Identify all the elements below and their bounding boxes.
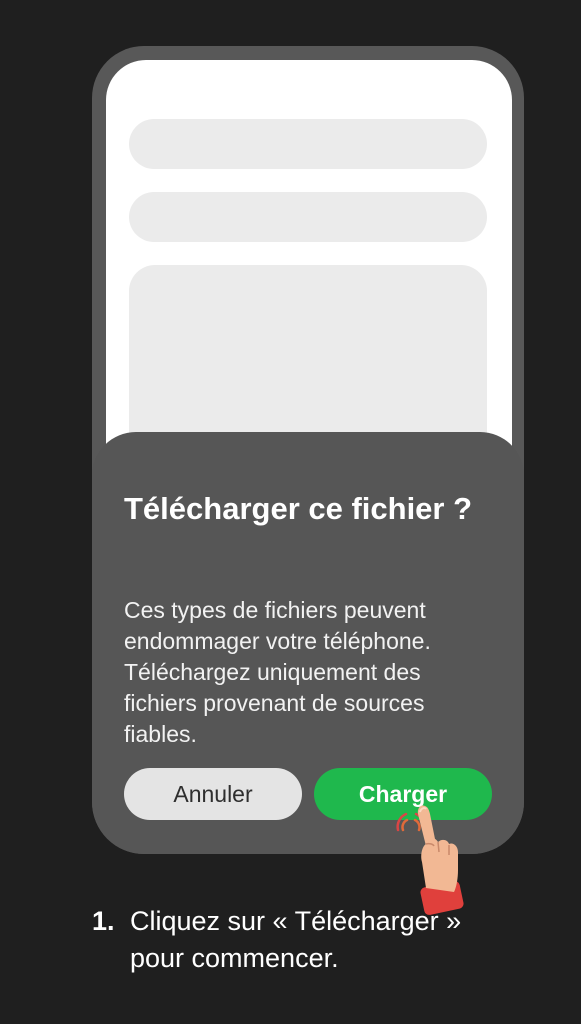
step-number: 1. xyxy=(92,906,115,936)
placeholder-bar xyxy=(129,119,487,169)
placeholder-bar xyxy=(129,192,487,242)
download-dialog: Télécharger ce fichier ? Ces types de fi… xyxy=(92,432,524,854)
hand-pointer-icon xyxy=(417,805,464,915)
step-text: Cliquez sur « Télécharger » pour commenc… xyxy=(130,906,462,973)
dialog-message: Ces types de fichiers peuvent endommager… xyxy=(124,597,431,747)
instruction-step: 1. Cliquez sur « Télécharger » pour comm… xyxy=(92,903,512,977)
cancel-button[interactable]: Annuler xyxy=(124,768,302,820)
dialog-title: Télécharger ce fichier ? xyxy=(124,491,473,526)
